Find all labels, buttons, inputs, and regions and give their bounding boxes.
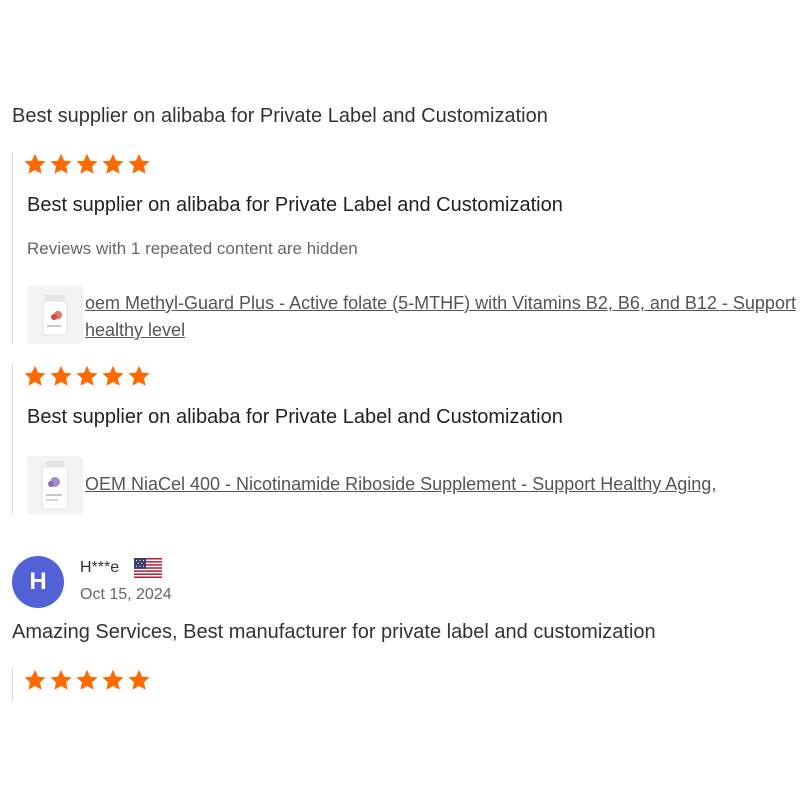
star-icon: [76, 669, 98, 690]
supplement-bottle-icon: [42, 295, 68, 336]
avatar: H: [12, 556, 64, 608]
star-icon: [24, 669, 46, 690]
star-icon: [50, 669, 72, 690]
product-title-link[interactable]: oem Methyl-Guard Plus - Active folate (5…: [85, 290, 800, 344]
star-icon: [102, 365, 124, 386]
star-rating: [23, 668, 151, 692]
star-icon: [76, 365, 98, 386]
review-date: Oct 15, 2024: [80, 586, 172, 603]
product-thumbnail[interactable]: [27, 456, 83, 514]
review-text: Amazing Services, Best manufacturer for …: [12, 621, 656, 643]
star-icon: [102, 669, 124, 690]
star-icon: [50, 365, 72, 386]
review-card: [12, 668, 800, 702]
star-icon: [24, 365, 46, 386]
star-icon: [24, 153, 46, 174]
us-flag-icon: [134, 558, 162, 578]
product-link-row[interactable]: oem Methyl-Guard Plus - Active folate (5…: [27, 286, 800, 344]
product-title-link[interactable]: OEM NiaCel 400 - Nicotinamide Riboside S…: [85, 471, 800, 498]
reviewer-name: H***e: [80, 559, 120, 576]
star-rating: [23, 152, 151, 176]
supplement-bottle-icon: [41, 461, 69, 510]
review-card: Best supplier on alibaba for Private Lab…: [12, 364, 800, 514]
product-link-row[interactable]: OEM NiaCel 400 - Nicotinamide Riboside S…: [27, 456, 800, 514]
star-icon: [102, 153, 124, 174]
star-icon: [50, 153, 72, 174]
star-rating: [23, 364, 151, 388]
review-summary-text: Best supplier on alibaba for Private Lab…: [12, 105, 548, 127]
star-icon: [128, 669, 150, 690]
review-text: Best supplier on alibaba for Private Lab…: [27, 194, 563, 216]
star-icon: [128, 365, 150, 386]
hidden-reviews-note: Reviews with 1 repeated content are hidd…: [27, 239, 358, 258]
reviewer-info: H H***e Oct 15, 2024: [12, 556, 412, 608]
review-text: Best supplier on alibaba for Private Lab…: [27, 406, 563, 428]
product-thumbnail[interactable]: [27, 286, 83, 344]
star-icon: [76, 153, 98, 174]
review-card: Best supplier on alibaba for Private Lab…: [12, 152, 800, 344]
star-icon: [128, 153, 150, 174]
